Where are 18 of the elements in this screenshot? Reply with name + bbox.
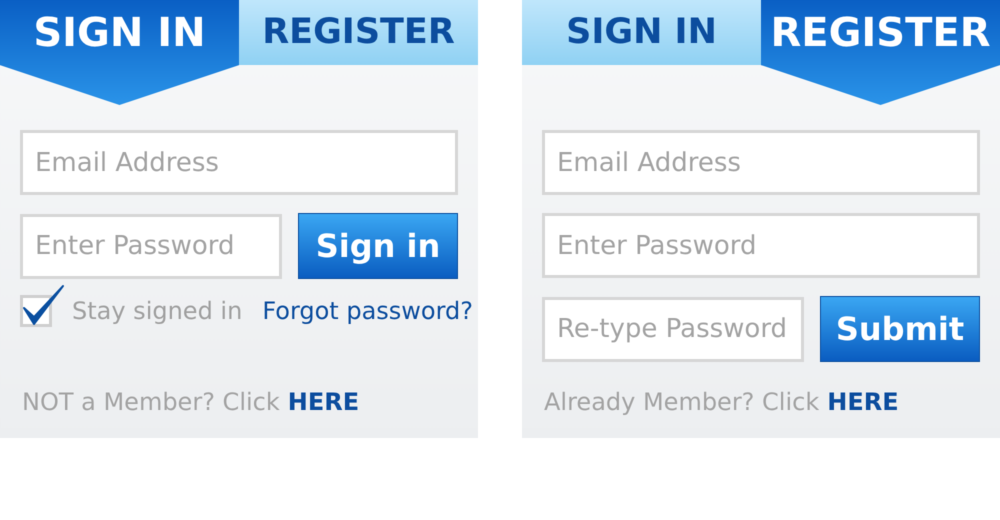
footer-text: Already Member? Click [544, 387, 820, 418]
tab[interactable]: SIGN IN [0, 0, 239, 105]
footer-text: NOT a Member? Click [22, 387, 280, 418]
input-field[interactable]: Enter Password [20, 214, 282, 278]
submit-button[interactable]: Submit [820, 296, 980, 362]
tab[interactable]: REGISTER [239, 0, 478, 65]
input-field[interactable]: Re-type Password [542, 296, 804, 362]
tab[interactable]: REGISTER [761, 0, 1000, 105]
input-field[interactable]: Enter Password [542, 213, 980, 278]
input-field[interactable]: Email Address [20, 130, 458, 195]
checkbox-label: Stay signed in [72, 296, 242, 327]
checkbox[interactable] [20, 283, 66, 327]
tab[interactable]: SIGN IN [522, 0, 761, 65]
here-link[interactable]: HERE [827, 384, 899, 420]
input-field[interactable]: Email Address [542, 130, 980, 195]
here-link[interactable]: HERE [288, 384, 360, 420]
submit-button[interactable]: Sign in [298, 213, 458, 279]
forgot-password-link[interactable]: Forgot password? [262, 293, 474, 329]
